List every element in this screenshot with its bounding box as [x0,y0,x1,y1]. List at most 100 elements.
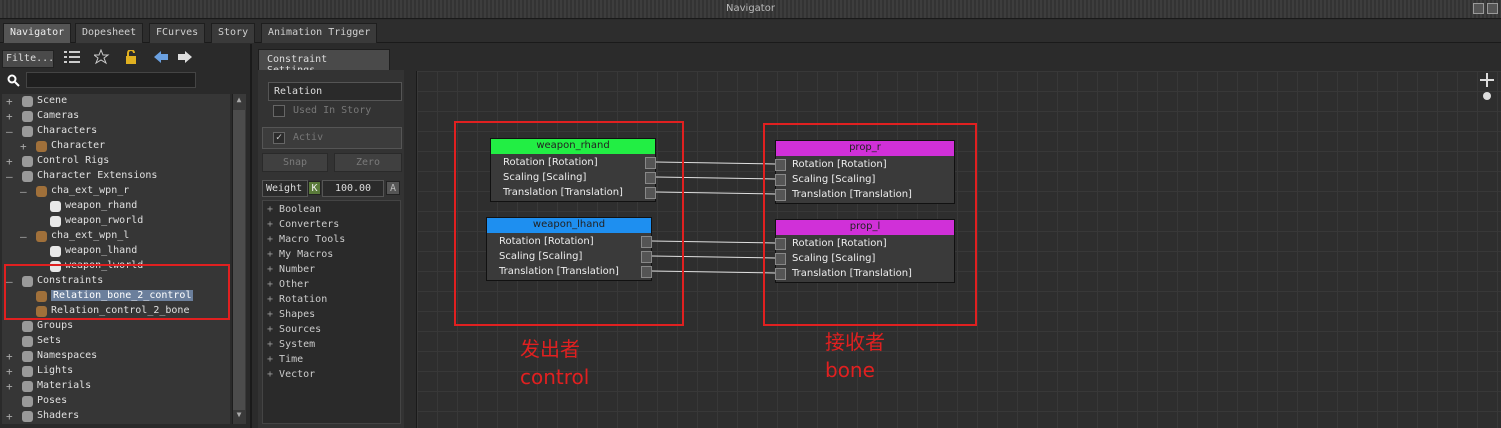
favorite-filter-icon[interactable] [94,49,110,65]
category-item[interactable]: + Vector [267,369,315,380]
expand-icon[interactable]: + [267,204,279,215]
tab-fcurves[interactable]: FCurves [149,23,206,43]
expand-icon[interactable]: + [267,369,279,380]
tree-item[interactable]: – Characters [2,124,230,139]
tree-item[interactable]: – cha_ext_wpn_l [2,229,230,244]
tree-item[interactable]: weapon_lhand [2,244,230,259]
category-label: Number [279,264,316,275]
tree-item-label: Poses [37,395,68,406]
tree-item[interactable]: weapon_rworld [2,214,230,229]
category-label: My Macros [279,249,334,260]
expand-icon[interactable]: + [267,249,279,260]
tree-item[interactable]: Sets [2,334,230,349]
category-item[interactable]: + My Macros [267,249,333,260]
tree-item[interactable]: + Materials [2,379,230,394]
tree-item[interactable]: + Character [2,139,230,154]
tree-node-icon [36,141,47,152]
relation-graph-canvas[interactable]: weapon_rhand Rotation [Rotation] Scaling [… [416,71,1501,428]
weight-animate-button[interactable]: A [386,181,400,195]
expand-icon[interactable]: + [6,110,13,123]
expand-icon[interactable]: + [267,264,279,275]
tree-item[interactable]: Poses [2,394,230,409]
tab-animation-trigger[interactable]: Animation Trigger [261,23,378,43]
category-item[interactable]: + Other [267,279,309,290]
tree-item-label: cha_ext_wpn_r [51,185,130,196]
tree-item[interactable]: + Scene [2,94,230,109]
tree-item[interactable]: Groups [2,319,230,334]
snap-button[interactable]: Snap [262,153,328,172]
search-input[interactable] [26,72,196,88]
collapse-icon[interactable]: – [6,170,13,183]
collapse-icon[interactable]: – [20,230,27,243]
expand-icon[interactable]: + [6,350,13,363]
expand-icon[interactable]: + [267,339,279,350]
category-item[interactable]: + Boolean [267,204,321,215]
filter-button[interactable]: Filte... [2,50,54,68]
tree-item[interactable]: + Namespaces [2,349,230,364]
tree-scrollbar-thumb[interactable] [233,110,245,410]
tree-node-icon [50,246,61,257]
sender-label-en: control [520,365,590,389]
collapse-icon[interactable]: – [20,185,27,198]
used-in-story-checkbox[interactable] [273,105,285,117]
lock-icon[interactable] [124,50,138,64]
weight-key-button[interactable]: K [308,181,321,195]
tree-item[interactable]: weapon_rhand [2,199,230,214]
expand-icon[interactable]: + [267,354,279,365]
window-title: Navigator [726,3,775,14]
restore-icon[interactable] [1473,3,1484,14]
expand-icon[interactable]: + [267,324,279,335]
expand-icon[interactable]: + [267,219,279,230]
expand-icon[interactable]: + [6,95,13,108]
tree-item[interactable]: – Character Extensions [2,169,230,184]
scroll-down-icon[interactable]: ▼ [233,410,245,422]
tree-item-label: Lights [37,365,74,376]
category-item[interactable]: + Macro Tools [267,234,345,245]
expand-icon[interactable]: + [6,410,13,423]
tree-item[interactable]: + Lights [2,364,230,379]
expand-icon[interactable]: + [6,380,13,393]
expand-icon[interactable]: + [20,140,27,153]
weight-label: Weight [262,180,308,197]
close-icon[interactable] [1487,3,1498,14]
back-arrow-icon[interactable] [154,51,168,63]
category-item[interactable]: + Rotation [267,294,327,305]
tree-node-icon [50,201,61,212]
used-in-story-label: Used In Story [293,105,372,116]
category-item[interactable]: + Converters [267,219,339,230]
relation-category-list: + Boolean + Converters + Macro Tools + My M… [262,200,401,424]
scroll-up-icon[interactable]: ▲ [233,95,245,107]
tab-story[interactable]: Story [211,23,256,43]
activ-checkbox[interactable]: ✓ [273,132,285,144]
category-label: Time [279,354,304,365]
weight-value-field[interactable]: 100.00 [322,180,384,197]
category-item[interactable]: + Sources [267,324,321,335]
tree-node-icon [22,351,33,362]
expand-icon[interactable]: + [267,279,279,290]
category-item[interactable]: + Number [267,264,315,275]
tree-item[interactable]: + Control Rigs [2,154,230,169]
category-item[interactable]: + Time [267,354,303,365]
tab-constraint-settings[interactable]: Constraint Settings [258,49,390,76]
list-view-icon[interactable] [64,50,80,64]
tree-item[interactable]: – cha_ext_wpn_r [2,184,230,199]
tab-dopesheet[interactable]: Dopesheet [75,23,144,43]
tree-item-label: weapon_lhand [65,245,138,256]
category-item[interactable]: + System [267,339,315,350]
tree-item-label: Groups [37,320,74,331]
relation-name-field[interactable]: Relation [268,82,402,101]
constraints-highlight-box [4,264,230,320]
expand-icon[interactable]: + [267,234,279,245]
tree-item[interactable]: + Shaders [2,409,230,424]
collapse-icon[interactable]: – [6,125,13,138]
tree-item[interactable]: + Cameras [2,109,230,124]
tree-node-icon [22,396,33,407]
expand-icon[interactable]: + [6,365,13,378]
expand-icon[interactable]: + [267,294,279,305]
forward-arrow-icon[interactable] [178,51,192,63]
tab-navigator[interactable]: Navigator [3,23,72,43]
expand-icon[interactable]: + [6,155,13,168]
expand-icon[interactable]: + [267,309,279,320]
category-item[interactable]: + Shapes [267,309,315,320]
zero-button[interactable]: Zero [334,153,402,172]
